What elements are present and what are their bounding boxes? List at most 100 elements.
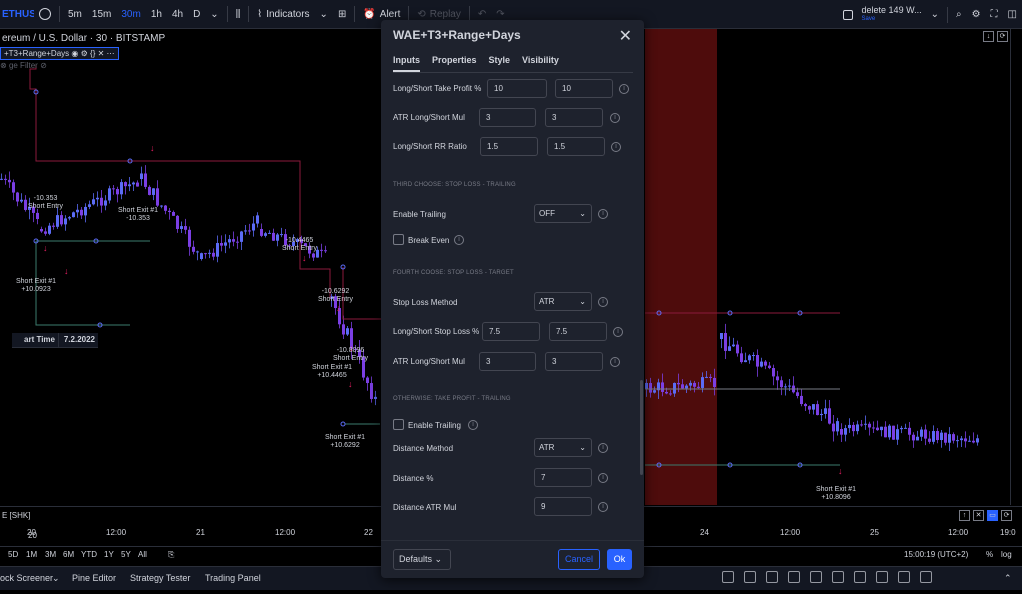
info-icon[interactable]: i [598, 443, 608, 453]
range-all[interactable]: All [138, 550, 147, 559]
dialog-scrollbar[interactable] [640, 380, 643, 475]
drawing-tool-icon[interactable] [766, 571, 778, 583]
range-6m[interactable]: 6M [63, 550, 74, 559]
enable-trailing-checkbox[interactable] [393, 419, 404, 430]
range-1m[interactable]: 1M [26, 550, 37, 559]
rr-long-input[interactable]: 1.5 [480, 137, 538, 156]
range-5d[interactable]: 5D [8, 550, 18, 559]
maximize-icon[interactable]: ▭ [987, 510, 998, 521]
add-symbol-button[interactable] [34, 0, 56, 29]
tab-style[interactable]: Style [489, 55, 511, 72]
interval-15m[interactable]: 15m [87, 0, 116, 29]
info-icon[interactable]: i [613, 327, 623, 337]
interval-dropdown[interactable]: ⌄ [205, 0, 223, 29]
log-toggle[interactable]: log [1001, 550, 1012, 559]
gear-icon[interactable]: ⚙ [81, 49, 88, 58]
symbol-search[interactable]: ETHUSD [0, 0, 34, 29]
info-icon[interactable]: i [610, 357, 620, 367]
layout-toggle[interactable] [838, 0, 858, 29]
interval-30m[interactable]: 30m [116, 0, 145, 29]
distance-atr-input[interactable]: 9 [534, 497, 592, 516]
brush-icon[interactable] [854, 571, 866, 583]
goto-date-button[interactable]: ⎘ [168, 550, 174, 560]
cursor-icon[interactable] [832, 571, 844, 583]
enable-trailing-select[interactable]: OFF ⌄ [534, 204, 592, 223]
layout-name[interactable]: delete 149 W... Save [858, 5, 926, 24]
range-1y[interactable]: 1Y [104, 550, 114, 559]
crosshair-icon[interactable] [788, 571, 800, 583]
tab-pine-editor[interactable]: Pine Editor [72, 573, 116, 583]
source-code-icon[interactable]: {} [90, 49, 95, 58]
info-icon[interactable]: i [598, 502, 608, 512]
close-icon[interactable]: ✕ [973, 510, 984, 521]
interval-d[interactable]: D [188, 0, 205, 29]
info-icon[interactable]: i [598, 209, 608, 219]
interval-4h[interactable]: 4h [167, 0, 188, 29]
tab-stock-screener-chevron[interactable]: ⌄ [52, 573, 60, 584]
atr-short-mul-input[interactable]: 3 [545, 108, 603, 127]
info-icon[interactable]: i [454, 235, 464, 245]
fullscreen-button[interactable]: ⛶ [986, 0, 1003, 29]
line-icon[interactable] [876, 571, 888, 583]
range-3m[interactable]: 3M [45, 550, 56, 559]
distance-pct-input[interactable]: 7 [534, 468, 592, 487]
take-profit-long-input[interactable]: 10 [487, 79, 547, 98]
range-5y[interactable]: 5Y [121, 550, 131, 559]
layouts-grid-button[interactable]: ⊞ [333, 0, 351, 29]
drawing-tool-icon[interactable] [744, 571, 756, 583]
clock[interactable]: 15:00:19 (UTC+2) [904, 550, 968, 559]
chart-type-button[interactable]: ⫼ [231, 0, 246, 29]
tab-strategy-tester[interactable]: Strategy Tester [130, 573, 190, 583]
take-profit-short-input[interactable]: 10 [555, 79, 613, 98]
info-icon[interactable]: i [598, 473, 608, 483]
scroll-up-icon[interactable]: ↑ [959, 510, 970, 521]
more-icon[interactable]: ⋯ [107, 49, 115, 58]
indicators-button[interactable]: ⌇ Indicators [252, 0, 314, 29]
ok-button[interactable]: Ok [607, 549, 632, 570]
close-icon[interactable]: ✕ [98, 49, 105, 58]
defaults-button[interactable]: Defaults ⌄ [393, 549, 451, 570]
break-even-checkbox[interactable] [393, 234, 404, 245]
settings-button[interactable]: ⚙ [967, 0, 986, 29]
info-icon[interactable]: i [610, 113, 620, 123]
stop-loss-long-input[interactable]: 7.5 [482, 322, 540, 341]
drawing-tool-icon[interactable] [722, 571, 734, 583]
fib-icon[interactable] [898, 571, 910, 583]
layout-dropdown[interactable]: ⌄ [926, 0, 944, 29]
stop-loss-method-select[interactable]: ATR ⌄ [534, 292, 592, 311]
info-icon[interactable]: i [619, 84, 629, 94]
close-button[interactable]: ✕ [619, 26, 632, 46]
refresh-icon[interactable]: ⟳ [997, 31, 1008, 42]
rr-short-input[interactable]: 1.5 [547, 137, 605, 156]
tab-stock-screener[interactable]: ock Screener [0, 573, 53, 583]
indicator-legend[interactable]: +T3+Range+Days ◉ ⚙ {} ✕ ⋯ [0, 47, 119, 60]
range-ytd[interactable]: YTD [81, 550, 97, 559]
interval-1h[interactable]: 1h [146, 0, 167, 29]
tab-trading-panel[interactable]: Trading Panel [205, 573, 261, 583]
info-icon[interactable]: i [611, 142, 621, 152]
quick-search-button[interactable]: ⌕ [951, 0, 967, 29]
hidden-eye-icon[interactable]: ⊘ [40, 61, 47, 70]
download-icon[interactable]: ↓ [983, 31, 994, 42]
cancel-button[interactable]: Cancel [558, 549, 600, 570]
rectangle-icon[interactable] [810, 571, 822, 583]
eye-icon[interactable]: ◉ [71, 49, 78, 58]
refresh-icon[interactable]: ⟳ [1001, 510, 1012, 521]
interval-5m[interactable]: 5m [63, 0, 87, 29]
templates-button[interactable]: ⌄ [315, 0, 333, 29]
tab-inputs[interactable]: Inputs [393, 55, 420, 72]
screenshot-button[interactable]: ◫ [1003, 0, 1022, 29]
tab-visibility[interactable]: Visibility [522, 55, 559, 72]
info-icon[interactable]: i [598, 297, 608, 307]
stop-loss-short-input[interactable]: 7.5 [549, 322, 607, 341]
atr-long-mul-input[interactable]: 3 [479, 108, 536, 127]
atr-long-mul-input-2[interactable]: 3 [479, 352, 536, 371]
percent-toggle[interactable]: % [986, 550, 993, 559]
price-scale[interactable] [1010, 29, 1022, 505]
text-icon[interactable] [920, 571, 932, 583]
tab-properties[interactable]: Properties [432, 55, 477, 72]
atr-short-mul-input-2[interactable]: 3 [545, 352, 603, 371]
distance-method-select[interactable]: ATR ⌄ [534, 438, 592, 457]
info-icon[interactable]: i [468, 420, 478, 430]
collapse-panel-button[interactable]: ⌃ [1004, 573, 1012, 584]
